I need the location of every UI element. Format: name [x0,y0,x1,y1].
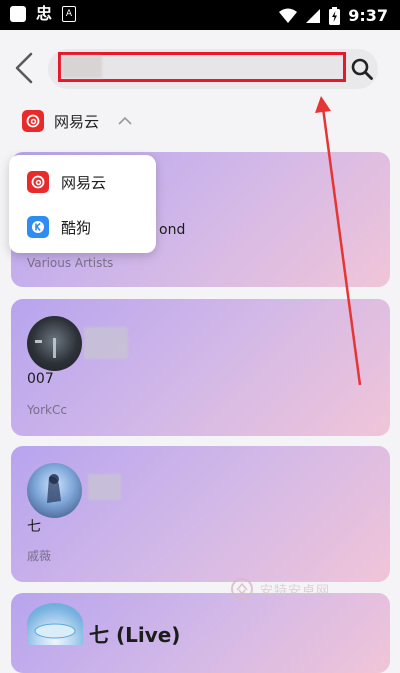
song-title: 七 (Live) [89,623,181,647]
source-option-kugou[interactable]: 酷狗 [27,214,91,240]
song-artist: Various Artists [27,256,114,270]
search-text-redacted [62,56,102,78]
wifi-icon [279,8,298,23]
song-title: 007 [27,371,54,387]
status-bar: 忠 A 9:37 [0,0,400,30]
song-name-redacted [88,474,121,500]
signal-icon [306,8,321,23]
watermark: 安特安卓网 [230,577,330,601]
song-artist: YorkCc [27,403,67,417]
source-option-label: 网易云 [61,173,107,192]
status-right: 9:37 [279,6,388,25]
netease-cloud-music-logo-icon [27,171,49,193]
back-arrow-icon[interactable] [10,48,38,88]
chevron-up-icon [118,116,132,125]
search-row [0,40,400,95]
result-card[interactable]: 007 YorkCc [11,299,390,436]
a-notification-icon: A [62,6,77,22]
song-name-redacted [84,327,128,359]
status-glyph: 忠 [36,4,53,23]
search-icon[interactable] [350,57,374,81]
kugou-logo-icon [27,216,49,238]
song-title-fragment: ond [159,222,186,238]
song-title: 七 [27,519,41,535]
source-selector[interactable]: 网易云 [22,108,133,134]
status-left: 忠 A [10,4,77,23]
watermark-text: 安特安卓网 [260,583,331,599]
album-cover [27,603,83,645]
watermark-logo-icon [231,578,253,600]
netease-cloud-music-logo-icon [22,110,44,132]
album-cover [27,463,82,518]
status-time: 9:37 [348,6,388,25]
source-dropdown-menu: 网易云 酷狗 [9,155,156,253]
battery-icon [329,6,341,25]
app-notification-icon [10,6,26,22]
result-card[interactable]: 七 (Live) [11,593,390,673]
result-card[interactable]: 七 戚薇 [11,446,390,582]
source-option-label: 酷狗 [61,218,92,237]
song-artist: 戚薇 [27,549,52,563]
source-option-netease[interactable]: 网易云 [27,169,106,195]
album-cover [27,316,82,371]
source-selected-label: 网易云 [54,112,100,131]
